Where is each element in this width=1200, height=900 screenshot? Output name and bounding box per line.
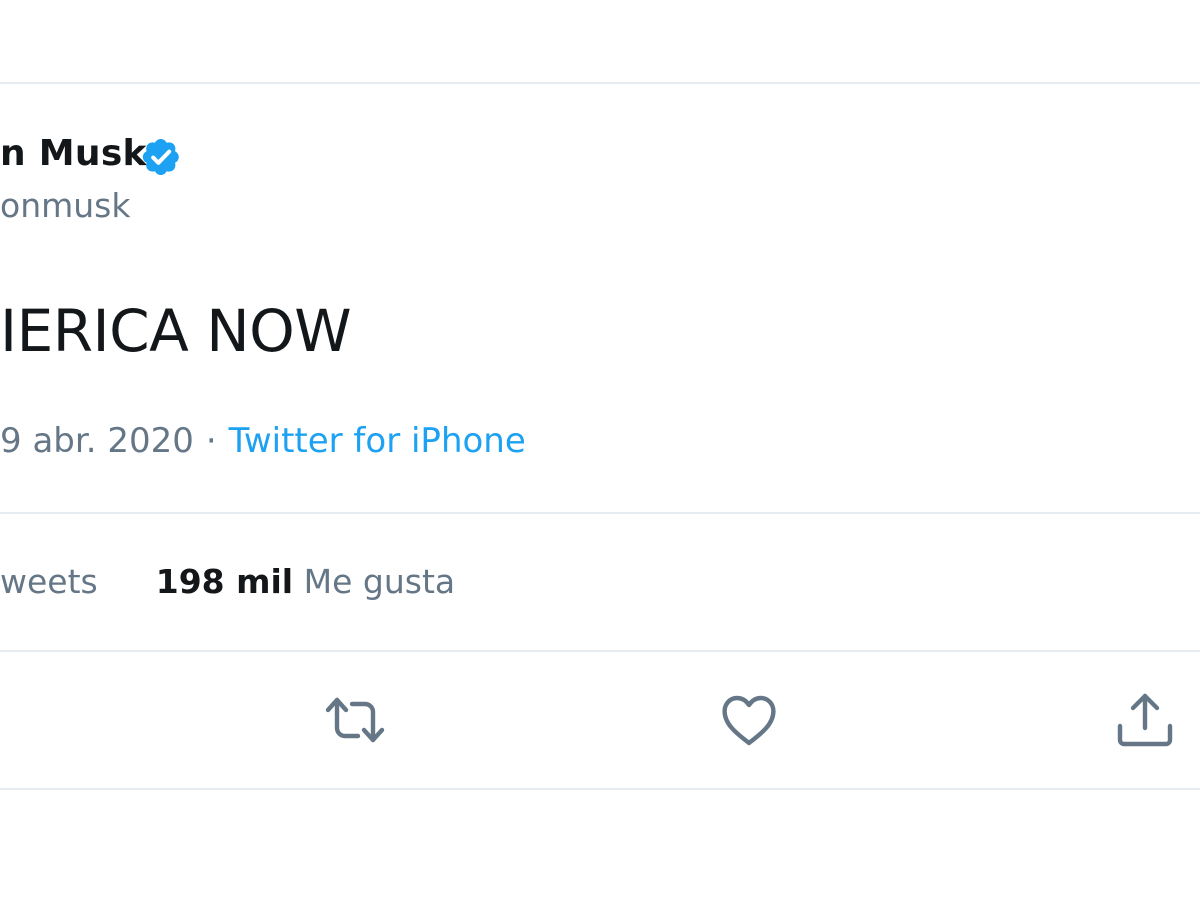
- likes-label[interactable]: Me gusta: [304, 562, 455, 601]
- tweet-stats: weets 198 mil Me gusta: [0, 562, 455, 601]
- tweet-source-link[interactable]: Twitter for iPhone: [229, 421, 526, 461]
- tweet-date[interactable]: 9 abr. 2020: [0, 421, 194, 461]
- divider-bottom: [0, 650, 1200, 652]
- tweet-text: IERICA NOW: [0, 297, 352, 365]
- retweets-label[interactable]: weets: [0, 562, 98, 601]
- author-name[interactable]: n Musk: [0, 133, 147, 174]
- share-icon[interactable]: [1114, 690, 1176, 750]
- divider-top: [0, 512, 1200, 514]
- retweet-icon[interactable]: [322, 692, 388, 748]
- likes-count[interactable]: 198 mil: [156, 562, 293, 601]
- tweet-meta: 9 abr. 2020 · Twitter for iPhone: [0, 421, 526, 461]
- verified-badge-icon: [138, 135, 186, 179]
- meta-separator: ·: [205, 421, 217, 461]
- author-handle[interactable]: onmusk: [0, 186, 130, 225]
- heart-icon[interactable]: [719, 692, 779, 748]
